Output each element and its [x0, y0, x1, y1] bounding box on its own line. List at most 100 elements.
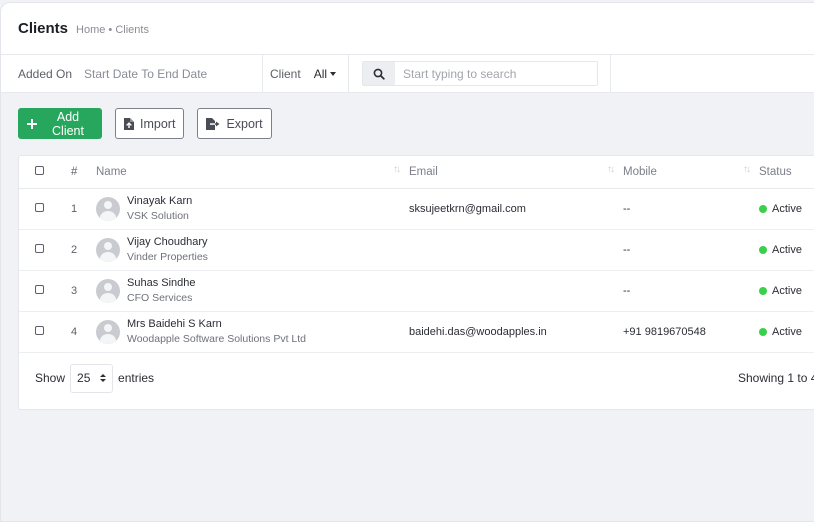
filter-bar: Added On Start Date To End Date Client A… [1, 55, 814, 93]
client-name[interactable]: Vinayak Karn [127, 194, 192, 208]
email-cell [409, 229, 623, 271]
file-export-icon [206, 117, 220, 130]
client-select-value: All [313, 66, 328, 81]
search-box [362, 61, 598, 86]
table-row: 2 Vijay Choudhary Vinder Properties -- A… [19, 229, 814, 271]
import-label: Import [140, 116, 176, 131]
avatar [96, 278, 120, 303]
select-all-header [19, 156, 61, 189]
column-header-status[interactable]: Status [759, 156, 814, 189]
row-number: 1 [61, 188, 95, 230]
column-header-name-label: Name [96, 165, 127, 178]
status-dot [759, 204, 767, 213]
status-cell: Active [759, 188, 814, 230]
client-filter: Client All [263, 55, 349, 92]
name-cell: Suhas Sindhe CFO Services [95, 270, 409, 312]
column-header-status-label: Status [759, 165, 792, 178]
status-cell: Active [759, 270, 814, 312]
table-row: 3 Suhas Sindhe CFO Services -- Active [19, 270, 814, 312]
showing-entries-info: Showing 1 to 4 of 4 [738, 371, 814, 385]
column-header-mobile[interactable]: Mobile ↑↓ [623, 156, 759, 189]
updown-arrows-icon [100, 374, 107, 382]
column-header-email-label: Email [409, 165, 438, 178]
row-select-cell [19, 270, 61, 312]
export-label: Export [226, 116, 263, 131]
row-select-cell [19, 188, 61, 230]
row-checkbox[interactable] [35, 243, 44, 253]
app-window: Clients Home • Clients Added On Start Da… [0, 2, 814, 522]
caret-down-icon [330, 71, 337, 76]
status-badge: Active [772, 202, 802, 215]
company-name: Vinder Properties [127, 250, 208, 263]
show-label: Show [35, 371, 66, 385]
email-cell: sksujeetkrn@gmail.com [409, 188, 623, 230]
page-title: Clients [18, 20, 69, 37]
entries-select-value: 25 [77, 371, 91, 385]
breadcrumb[interactable]: Home • Clients [76, 24, 149, 36]
column-header-email[interactable]: Email ↑↓ [409, 156, 623, 189]
import-button[interactable]: Import [115, 108, 185, 139]
mobile-cell: -- [623, 188, 759, 230]
email-cell: baidehi.das@woodapples.in [409, 311, 623, 353]
row-number: 4 [61, 311, 95, 353]
client-filter-label: Client [270, 66, 301, 81]
date-filter-label: Added On [18, 66, 73, 81]
action-buttons: Add Client Import Export [18, 108, 272, 139]
avatar [96, 237, 120, 262]
company-name: Woodapple Software Solutions Pvt Ltd [127, 332, 306, 345]
row-checkbox[interactable] [35, 284, 44, 294]
status-cell: Active [759, 229, 814, 271]
status-badge: Active [772, 284, 802, 297]
row-number: 2 [61, 229, 95, 271]
table-row: 1 Vinayak Karn VSK Solution sksujeetkrn@… [19, 188, 814, 230]
name-cell: Vijay Choudhary Vinder Properties [95, 229, 409, 271]
sort-icon[interactable]: ↑↓ [607, 164, 615, 175]
row-checkbox[interactable] [35, 325, 44, 335]
client-name[interactable]: Suhas Sindhe [127, 276, 196, 290]
sort-icon[interactable]: ↑↓ [393, 164, 401, 175]
company-name: VSK Solution [127, 209, 189, 222]
status-cell: Active [759, 311, 814, 353]
company-name: CFO Services [127, 291, 193, 304]
search-icon [363, 62, 395, 85]
row-checkbox[interactable] [35, 202, 44, 212]
row-number: 3 [61, 270, 95, 312]
client-name[interactable]: Mrs Baidehi S Karn [127, 317, 306, 331]
select-all-checkbox[interactable] [35, 165, 44, 175]
name-cell: Mrs Baidehi S Karn Woodapple Software So… [95, 311, 409, 353]
search-area [349, 55, 611, 92]
table-row: 4 Mrs Baidehi S Karn Woodapple Software … [19, 311, 814, 353]
sort-icon[interactable]: ↑↓ [743, 164, 751, 175]
file-import-icon [124, 117, 134, 130]
status-dot [759, 286, 767, 295]
row-select-cell [19, 311, 61, 353]
date-range-filter[interactable]: Added On Start Date To End Date [1, 55, 263, 92]
clients-table: # Name↑↓ Email↑↓ Mobile↑↓ Status 1 Vi [19, 156, 814, 353]
plus-icon [27, 118, 37, 129]
entries-label: entries [118, 371, 155, 385]
status-badge: Active [772, 325, 802, 338]
add-client-label: Add Client [52, 109, 84, 138]
name-cell: Vinayak Karn VSK Solution [95, 188, 409, 230]
row-select-cell [19, 229, 61, 271]
column-header-name[interactable]: Name ↑↓ [95, 156, 409, 189]
table-footer: Show 25 entries Showing 1 to 4 of 4 [35, 363, 814, 393]
status-dot [759, 327, 767, 336]
client-select[interactable]: All [313, 66, 337, 81]
date-range-value[interactable]: Start Date To End Date [84, 67, 207, 81]
column-header-number[interactable]: # [61, 156, 95, 189]
mobile-cell: -- [623, 270, 759, 312]
mobile-cell: -- [623, 229, 759, 271]
export-button[interactable]: Export [197, 108, 272, 139]
search-input[interactable] [395, 62, 597, 85]
page-header: Clients Home • Clients [1, 3, 814, 55]
avatar [96, 196, 120, 221]
status-badge: Active [772, 243, 802, 256]
status-dot [759, 245, 767, 254]
clients-table-card: # Name↑↓ Email↑↓ Mobile↑↓ Status 1 Vi [18, 155, 814, 410]
table-header-row: # Name ↑↓ Email ↑↓ Mobile ↑↓ Status [19, 156, 814, 189]
add-client-button[interactable]: Add Client [18, 108, 102, 139]
entries-select[interactable]: 25 [70, 363, 114, 393]
client-name[interactable]: Vijay Choudhary [127, 235, 208, 249]
mobile-cell: +91 9819670548 [623, 311, 759, 353]
